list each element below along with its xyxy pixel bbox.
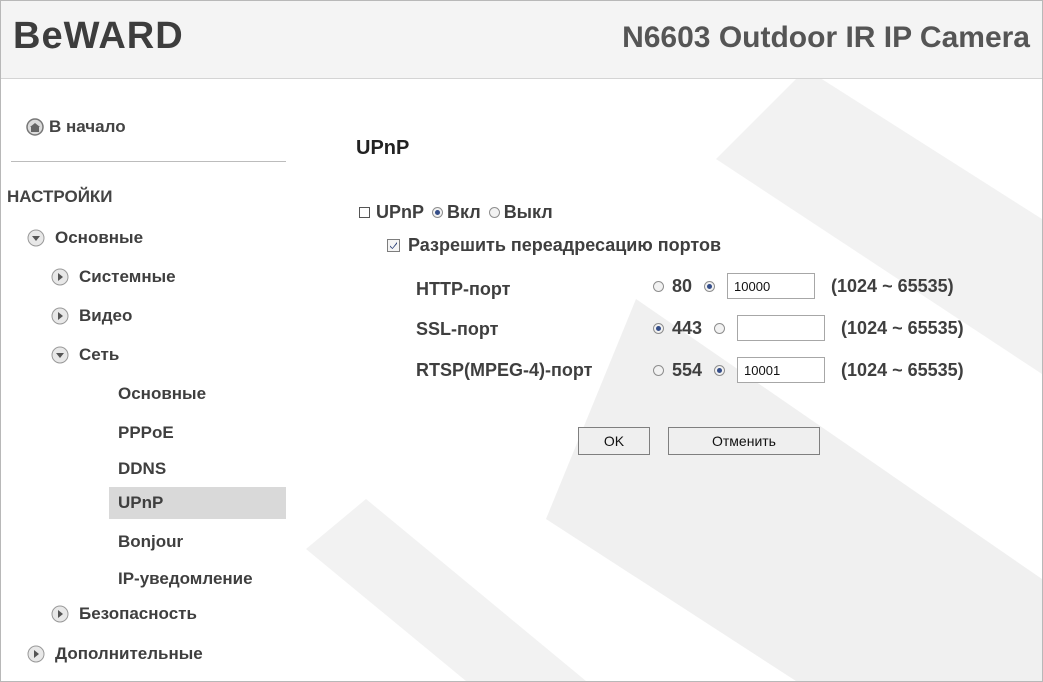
rtsp-default-port: 554 — [672, 359, 703, 380]
square-bullet-icon — [359, 207, 370, 218]
sidebar-item-label: Сеть — [79, 345, 120, 364]
sidebar-item-upnp[interactable]: UPnP — [109, 487, 286, 519]
http-custom-radio[interactable] — [704, 280, 716, 292]
upnp-off-radio[interactable] — [488, 207, 500, 218]
ssl-port-range: (1024 ~ 65535) — [841, 317, 964, 338]
main-content: UPnP UPnP Вкл Выкл Разрешить переадресац… — [286, 79, 1042, 681]
sidebar-item-label: Дополнительные — [55, 644, 203, 663]
page-title: UPnP — [356, 137, 410, 159]
sidebar-item-system[interactable]: Системные — [51, 261, 176, 293]
sidebar-item-ddns[interactable]: DDNS — [118, 453, 166, 485]
http-port-range: (1024 ~ 65535) — [831, 275, 954, 296]
camera-admin-window: BeWARD N6603 Outdoor IR IP Camera В нача… — [0, 0, 1043, 682]
sidebar-item-bonjour[interactable]: Bonjour — [118, 526, 183, 558]
sidebar-item-advanced[interactable]: Дополнительные — [27, 638, 203, 670]
http-default-port: 80 — [672, 275, 693, 296]
ssl-port-label: SSL-порт — [416, 319, 499, 339]
port-forwarding-label: Разрешить переадресацию портов — [408, 235, 722, 255]
sidebar-item-network[interactable]: Сеть — [51, 339, 119, 371]
sidebar-item-security[interactable]: Безопасность — [51, 598, 197, 630]
sidebar-item-video[interactable]: Видео — [51, 300, 132, 332]
http-port-input[interactable] — [727, 273, 816, 299]
rtsp-custom-radio[interactable] — [714, 364, 726, 376]
rtsp-port-input[interactable] — [737, 357, 826, 383]
upnp-label: UPnP — [376, 202, 425, 222]
chevron-down-icon — [27, 229, 45, 247]
chevron-down-icon — [51, 346, 69, 364]
rtsp-default-radio[interactable] — [653, 364, 664, 376]
sidebar-item-network-basic[interactable]: Основные — [118, 378, 206, 410]
sidebar-item-label: Безопасность — [79, 604, 197, 623]
settings-section-title: НАСТРОЙКИ — [7, 187, 113, 206]
sidebar-item-label: Системные — [79, 267, 176, 286]
ssl-port-input[interactable] — [737, 315, 826, 341]
sidebar-item-basic[interactable]: Основные — [27, 222, 143, 254]
sidebar-item-label: Видео — [79, 306, 133, 325]
chevron-right-icon — [51, 307, 69, 325]
rtsp-port-label: RTSP(MPEG-4)-порт — [416, 360, 593, 380]
sidebar-item-pppoe[interactable]: PPPoE — [118, 417, 174, 449]
sidebar-divider — [11, 161, 286, 162]
ssl-default-port: 443 — [672, 317, 703, 338]
header: BeWARD N6603 Outdoor IR IP Camera — [1, 1, 1042, 79]
home-icon — [26, 118, 44, 136]
brand-logo: BeWARD — [13, 15, 184, 57]
upnp-off-label: Выкл — [503, 202, 553, 222]
port-forwarding-checkbox[interactable] — [387, 239, 400, 252]
sidebar: В начало НАСТРОЙКИ Основные Системные Ви… — [1, 79, 286, 681]
chevron-right-icon — [51, 268, 69, 286]
upnp-on-radio[interactable] — [432, 207, 444, 218]
ssl-custom-radio[interactable] — [714, 322, 726, 334]
sidebar-item-label: Основные — [55, 228, 144, 247]
ssl-port-controls: 443 (1024 ~ 65535) — [649, 315, 964, 341]
ok-button[interactable]: OK — [578, 427, 650, 455]
home-link[interactable]: В начало — [25, 117, 126, 137]
camera-model-title: N6603 Outdoor IR IP Camera — [622, 21, 1030, 54]
upnp-on-label: Вкл — [447, 202, 481, 222]
rtsp-port-controls: 554 (1024 ~ 65535) — [649, 357, 964, 383]
upnp-toggle-row: UPnP Вкл Выкл — [359, 202, 553, 223]
home-label: В начало — [49, 117, 126, 136]
http-port-label: HTTP-порт — [416, 279, 511, 299]
cancel-button[interactable]: Отменить — [668, 427, 820, 455]
http-default-radio[interactable] — [653, 280, 664, 292]
sidebar-item-ip-notification[interactable]: IP-уведомление — [118, 563, 253, 595]
chevron-right-icon — [51, 605, 69, 623]
port-forwarding-row: Разрешить переадресацию портов — [387, 235, 721, 256]
ssl-default-radio[interactable] — [653, 322, 664, 334]
http-port-controls: 80 (1024 ~ 65535) — [649, 273, 954, 299]
chevron-right-icon — [27, 645, 45, 663]
rtsp-port-range: (1024 ~ 65535) — [841, 359, 964, 380]
